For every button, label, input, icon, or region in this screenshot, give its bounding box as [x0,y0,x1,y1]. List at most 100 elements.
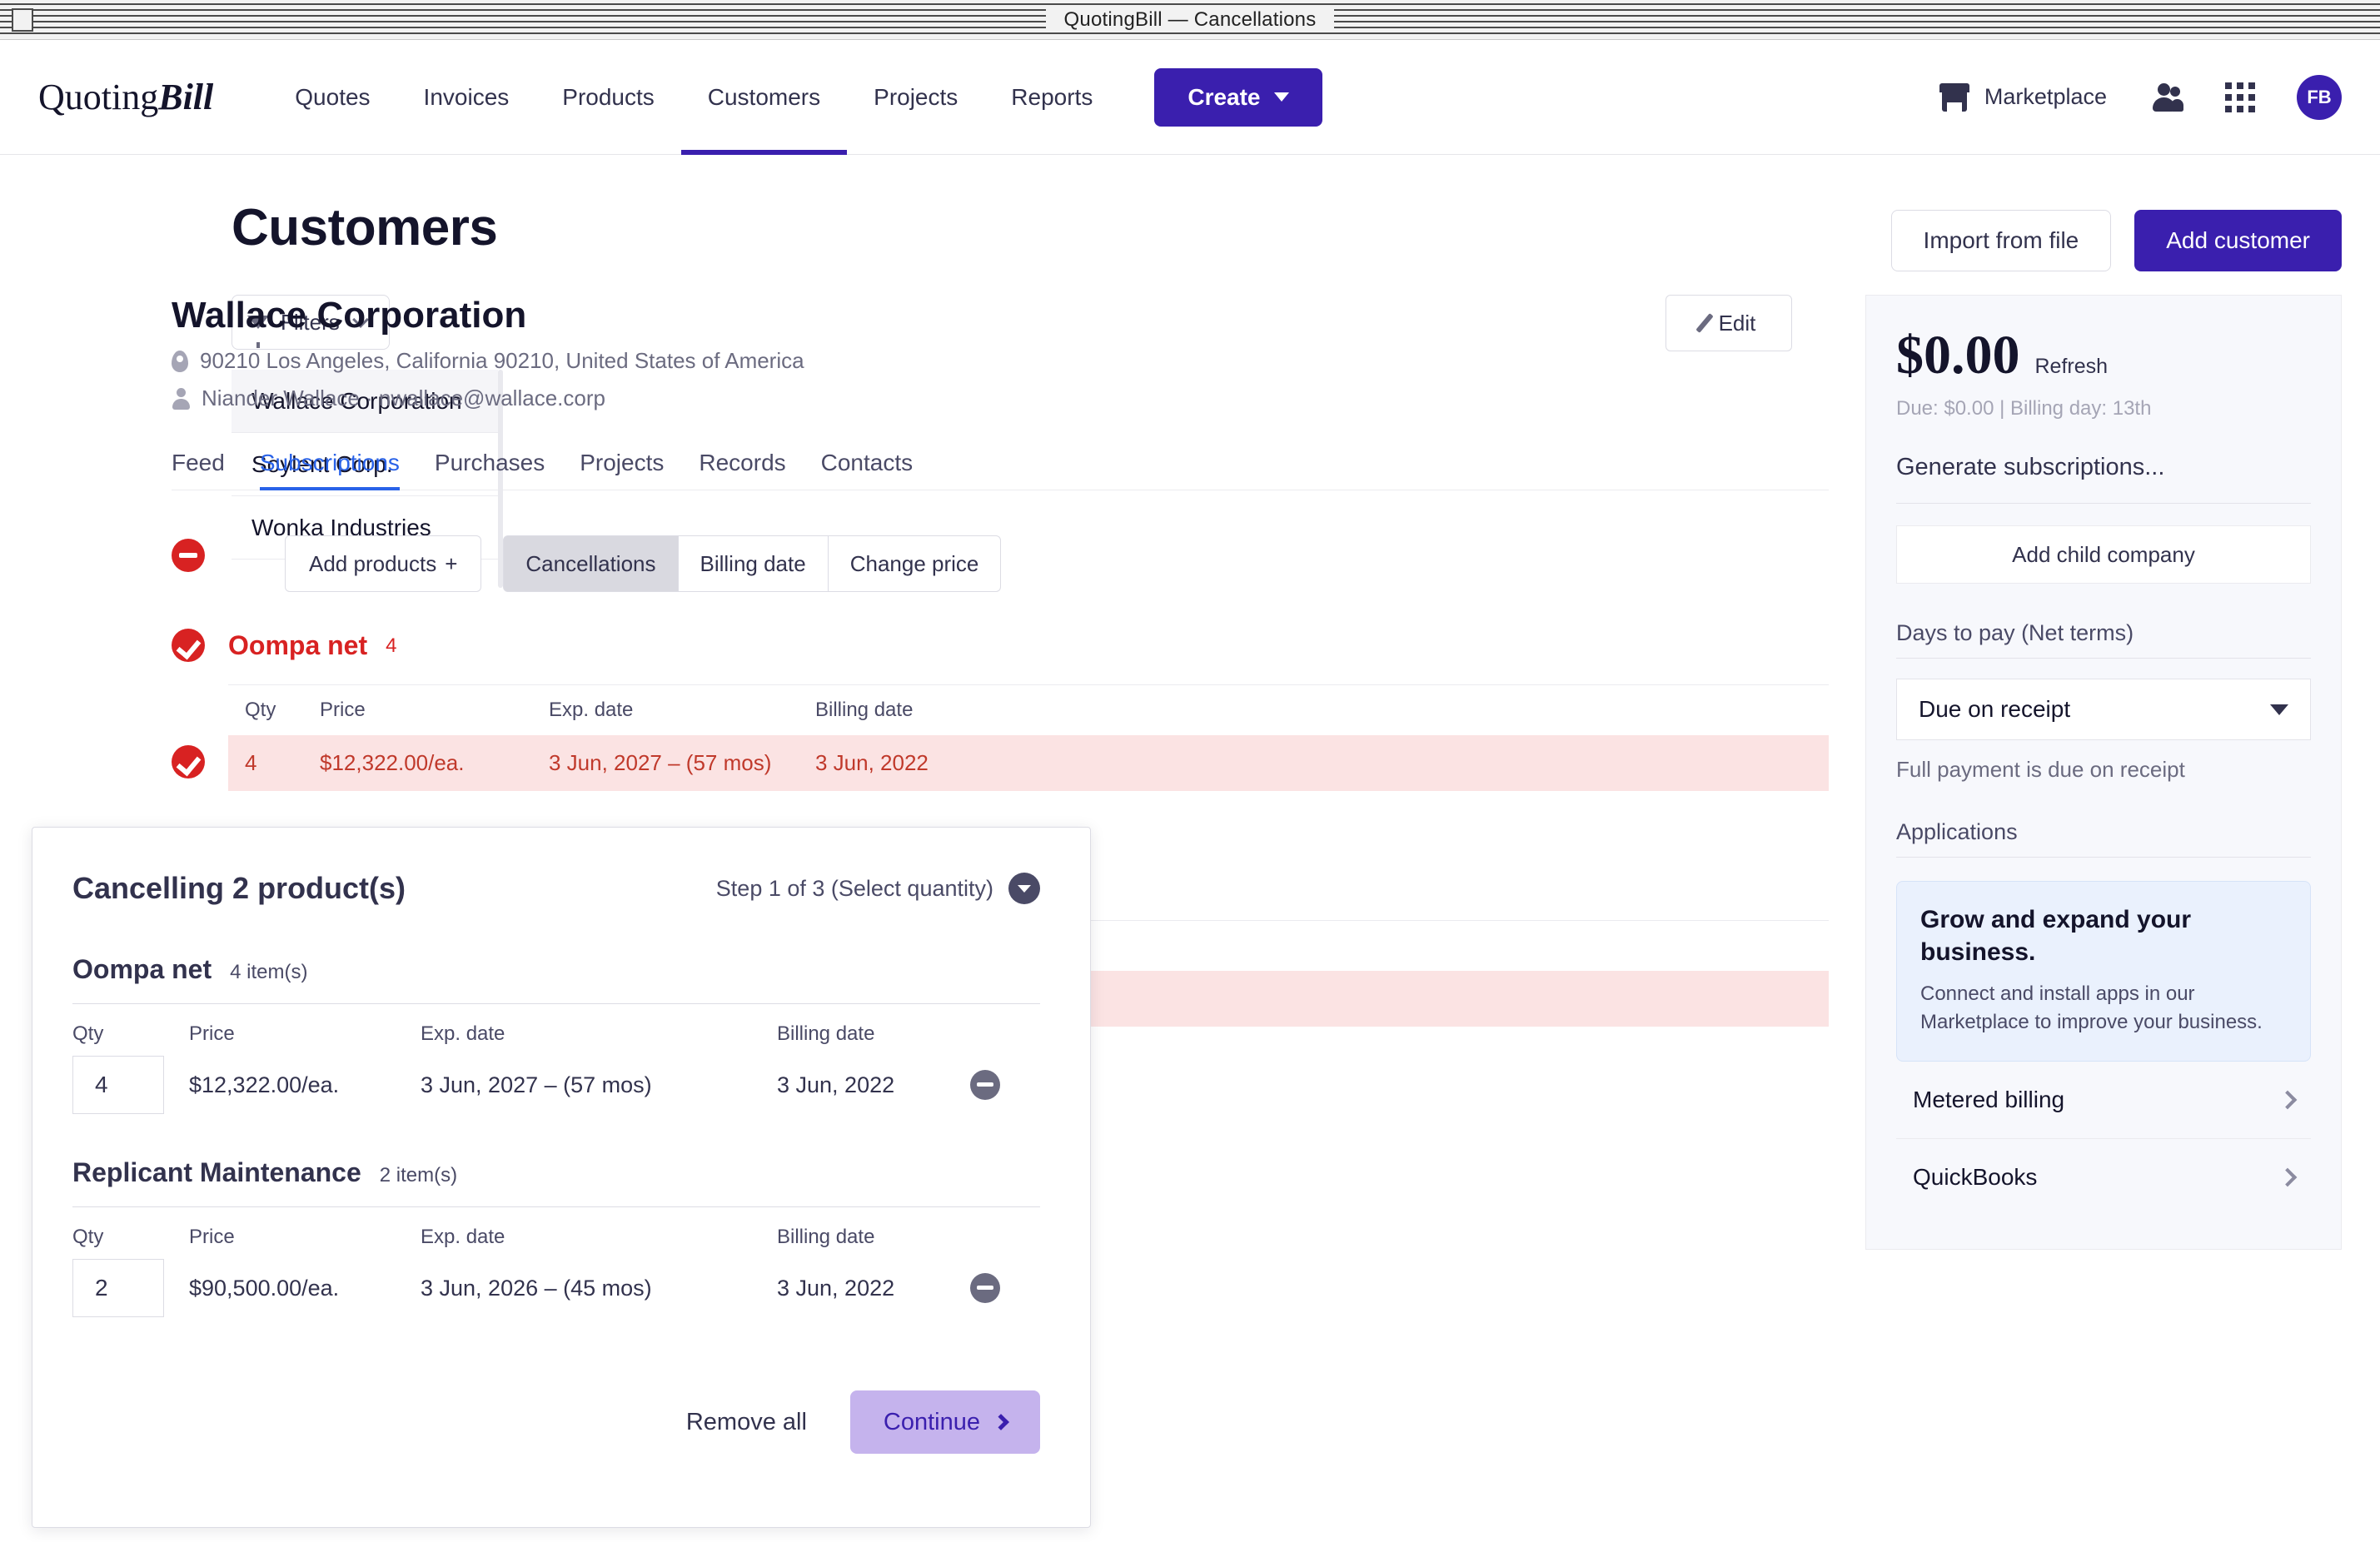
balance-row: $0.00 Refresh [1896,324,2311,387]
add-products-button[interactable]: Add products + [285,535,482,592]
brand-logo-light: Quoting [38,77,159,117]
chevron-right-icon [993,1414,1009,1430]
create-button[interactable]: Create [1154,67,1322,127]
column-qty: Qty [245,699,276,721]
modal-column-qty: Qty [72,1226,104,1248]
modal-product-header: Oompa net 4 item(s) [72,954,1040,985]
cell-price: $12,322.00/ea. [320,750,465,775]
generate-subscriptions-link[interactable]: Generate subscriptions... [1896,454,2311,481]
chevron-down-icon [2270,704,2288,715]
nav-item-quotes[interactable]: Quotes [268,40,396,155]
plus-icon: + [445,550,458,576]
import-label: Import from file [1923,227,2079,253]
table-header-row: Qty Price Exp. date Billing date [228,684,1829,735]
continue-button[interactable]: Continue [849,1390,1040,1454]
modal-product-table: Qty Price Exp. date Billing date 2 $90,5… [72,1206,1040,1317]
marketplace-promo-card[interactable]: Grow and expand your business. Connect a… [1896,881,2311,1062]
subscription-action-segments: Cancellations Billing date Change price [503,535,1002,592]
add-child-company-button[interactable]: Add child company [1896,525,2311,584]
primary-nav: Quotes Invoices Products Customers Proje… [268,40,1119,155]
tab-contacts[interactable]: Contacts [821,450,914,490]
navbar-right-cluster: Marketplace FB [1939,74,2342,120]
tab-feed[interactable]: Feed [172,450,225,490]
nav-item-projects[interactable]: Projects [847,40,984,155]
add-child-company-label: Add child company [2012,541,2195,567]
page-header: Customers Import from file Add customer [0,155,2380,271]
nav-label: Invoices [423,83,510,110]
apps-grid-icon[interactable] [2225,82,2255,112]
modal-table-header-row: Qty Price Exp. date Billing date [72,1207,1040,1249]
nav-item-products[interactable]: Products [535,40,681,155]
nav-item-customers[interactable]: Customers [680,40,848,155]
window-close-button[interactable] [12,8,33,32]
modal-column-exp-date: Exp. date [421,1226,505,1248]
balance-amount: $0.00 [1896,325,2020,386]
modal-column-price: Price [189,1022,235,1045]
modal-footer: Remove all Continue [72,1390,1040,1454]
quantity-input[interactable]: 4 [72,1056,164,1114]
modal-table-header-row: Qty Price Exp. date Billing date [72,1004,1040,1046]
modal-product-table: Qty Price Exp. date Billing date 4 $12,3… [72,1003,1040,1114]
tab-label: Contacts [820,450,914,475]
table-row[interactable]: 4 $12,322.00/ea. 3 Jun, 2027 – (57 mos) … [172,735,1829,791]
modal-cell-billing-date: 3 Jun, 2022 [777,1072,895,1097]
segment-cancellations[interactable]: Cancellations [503,535,679,592]
product-selected-icon[interactable] [172,629,205,662]
modal-table-row: 4 $12,322.00/ea. 3 Jun, 2027 – (57 mos) … [72,1056,1040,1114]
customer-name: Wallace Corporation [172,295,527,336]
modal-product-name: Oompa net [72,954,212,984]
nav-item-reports[interactable]: Reports [984,40,1119,155]
segment-label: Billing date [700,550,806,576]
tab-records[interactable]: Records [699,450,785,490]
customer-contact: Niander Wallace · nwallace@wallace.corp [202,386,605,410]
window-titlebar: QuotingBill — Cancellations [0,0,2380,40]
remove-product-row-button[interactable] [970,1070,1000,1100]
net-terms-select[interactable]: Due on receipt [1896,679,2311,740]
modal-table-row: 2 $90,500.00/ea. 3 Jun, 2026 – (45 mos) … [72,1259,1040,1317]
row-selected-icon[interactable] [172,745,205,778]
modal-step-indicator: Step 1 of 3 (Select quantity) [716,873,1040,904]
modal-step-label: Step 1 of 3 (Select quantity) [715,875,993,901]
tab-subscriptions[interactable]: Subscriptions [259,450,401,490]
edit-customer-button[interactable]: Edit [1666,295,1792,351]
subscriptions-toolbar: Add products + Cancellations Billing dat… [172,535,1829,592]
segment-change-price[interactable]: Change price [827,535,1002,592]
tab-label: Feed [172,450,225,475]
import-from-file-button[interactable]: Import from file [1890,210,2112,271]
app-row-quickbooks[interactable]: QuickBooks [1896,1139,2311,1216]
customer-detail-header: Wallace Corporation 90210 Los Angeles, C… [172,295,1829,411]
tab-purchases[interactable]: Purchases [435,450,545,490]
remove-product-row-button[interactable] [970,1273,1000,1303]
storefront-icon [1939,82,1969,112]
nav-label: Reports [1011,83,1093,110]
add-customer-button[interactable]: Add customer [2134,210,2342,271]
app-row-metered-billing[interactable]: Metered billing [1896,1062,2311,1140]
due-summary: Due: $0.00 | Billing day: 13th [1896,397,2152,420]
refresh-link[interactable]: Refresh [2035,355,2109,379]
modal-qty-field: 4 [72,1056,189,1114]
marketplace-link[interactable]: Marketplace [1939,82,2107,112]
segment-billing-date[interactable]: Billing date [677,535,829,592]
net-terms-hint: Full payment is due on receipt [1896,757,2185,782]
customer-contact-row: Niander Wallace · nwallace@wallace.corp [172,386,1829,411]
modal-column-price: Price [189,1226,235,1248]
avatar[interactable]: FB [2297,74,2342,120]
modal-product-name: Replicant Maintenance [72,1157,361,1187]
tab-projects[interactable]: Projects [580,450,664,490]
modal-column-qty: Qty [72,1022,104,1045]
nav-item-invoices[interactable]: Invoices [397,40,536,155]
avatar-initials: FB [2307,86,2332,107]
brand-logo[interactable]: QuotingBill [38,76,213,118]
remove-all-button[interactable]: Remove all [686,1409,807,1436]
modal-cell-exp-date: 3 Jun, 2027 – (57 mos) [421,1072,652,1097]
modal-title: Cancelling 2 product(s) [72,871,406,905]
nav-label: Quotes [295,83,371,110]
product-count: 4 [386,634,397,657]
deselect-all-icon[interactable] [172,539,205,572]
pencil-icon [1695,313,1714,333]
modal-product-header: Replicant Maintenance 2 item(s) [72,1157,1040,1188]
net-terms-value: Due on receipt [1919,696,2071,722]
quantity-input[interactable]: 2 [72,1259,164,1317]
people-icon[interactable] [2148,82,2183,112]
collapse-modal-icon[interactable] [1008,873,1040,904]
